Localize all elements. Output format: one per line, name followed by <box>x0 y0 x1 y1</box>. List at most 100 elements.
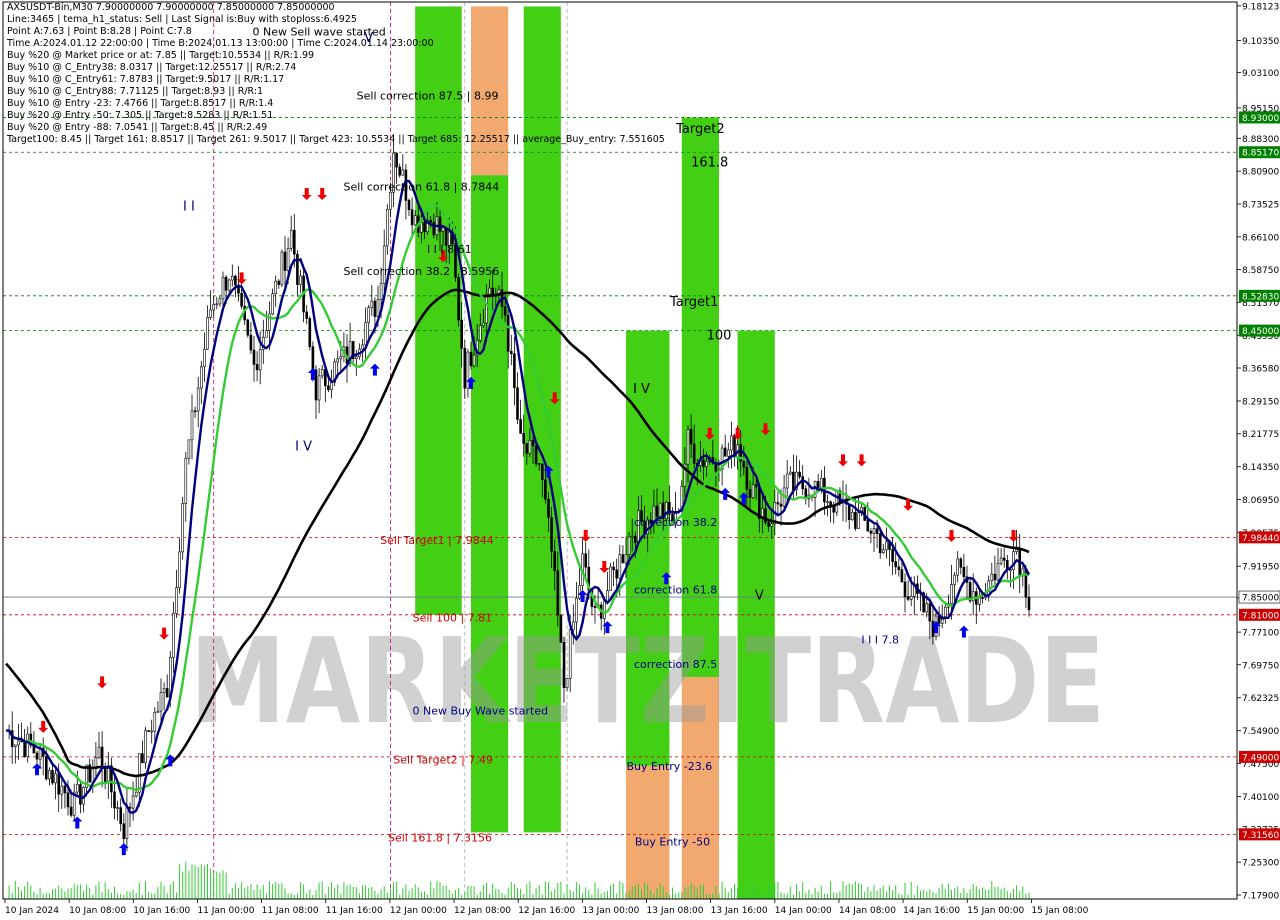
price-tick-label: 8.14350 <box>1242 463 1279 473</box>
candle-body <box>292 229 296 255</box>
info-line: Buy %10 @ C_Entry88: 7.71125 || Target:8… <box>7 86 264 97</box>
candle-body <box>420 222 423 233</box>
candle-body <box>14 744 17 747</box>
candle-body <box>875 528 879 534</box>
candle-body <box>100 746 104 770</box>
candle-body <box>466 351 470 389</box>
candle-body <box>187 439 191 459</box>
price-tick-label: 9.18123 <box>1242 2 1279 12</box>
time-tick-label: 10 Jan 2024 <box>5 906 59 916</box>
candle-body <box>249 334 253 351</box>
watermark-text: MARKETZITRADE <box>190 612 1105 750</box>
candle-body <box>159 692 163 712</box>
price-tick-label: 7.69750 <box>1242 661 1279 671</box>
candle-body <box>181 503 184 553</box>
candle-body <box>584 553 588 568</box>
candle-body <box>317 375 321 401</box>
candle-body <box>478 325 482 341</box>
candle-body <box>943 606 947 618</box>
chart-annotation: I I I 8.61 <box>427 243 472 256</box>
candle-body <box>69 806 73 816</box>
candle-body <box>702 459 705 467</box>
candle-body <box>385 208 389 247</box>
candle-body <box>996 562 1000 581</box>
price-tick-label: 8.29150 <box>1242 397 1279 407</box>
candle-body <box>900 569 904 583</box>
time-tick-label: 11 Jan 00:00 <box>197 906 254 916</box>
candle-body <box>956 558 960 576</box>
candle-body <box>537 463 541 465</box>
candle-body <box>364 322 367 346</box>
candle-body <box>506 314 510 352</box>
price-axis: 9.181239.103509.031008.951508.883008.809… <box>1237 0 1280 920</box>
candle-body <box>407 200 411 211</box>
price-tick-label: 8.06950 <box>1242 496 1279 506</box>
candle-body <box>488 287 491 295</box>
candle-body <box>35 752 39 760</box>
time-tick-label: 11 Jan 08:00 <box>262 906 319 916</box>
candle-body <box>798 471 801 477</box>
candle-body <box>978 597 981 605</box>
price-level-label: 7.81000 <box>1242 611 1279 621</box>
candle-body <box>175 587 178 614</box>
candle-body <box>981 597 984 599</box>
candle-body <box>122 823 126 840</box>
candle-body <box>826 501 829 504</box>
candle-body <box>606 590 609 602</box>
time-tick-label: 15 Jan 00:00 <box>967 906 1024 916</box>
sell-arrow-icon <box>856 454 867 467</box>
candle-body <box>897 566 901 570</box>
candle-body <box>962 566 966 578</box>
price-tick-label: 8.73525 <box>1242 200 1279 210</box>
candle-body <box>987 580 991 595</box>
candle-body <box>624 554 628 564</box>
chart-annotation: 161.8 <box>691 155 728 170</box>
time-tick-label: 14 Jan 00:00 <box>775 906 832 916</box>
price-tick-label: 8.80900 <box>1242 168 1279 178</box>
candle-body <box>1027 596 1031 611</box>
sell-arrow-icon <box>159 627 170 640</box>
candle-body <box>336 358 340 363</box>
candle-body <box>376 299 380 317</box>
candle-body <box>44 756 48 780</box>
candle-body <box>203 348 206 368</box>
candle-body <box>906 596 910 600</box>
info-line: Buy %20 @ Entry -50: 7.305 || Target:8.5… <box>7 110 274 121</box>
candle-body <box>612 566 615 571</box>
chart-annotation: V <box>755 588 764 603</box>
candle-body <box>547 498 550 518</box>
candle-body <box>894 561 898 568</box>
candle-body <box>513 353 516 389</box>
price-tick-label: 7.91950 <box>1242 563 1279 573</box>
candle-body <box>258 349 262 371</box>
candle-body <box>156 710 160 713</box>
info-line: Time A:2024.01.12 22:00:00 | Time B:2024… <box>7 38 434 49</box>
candle-body <box>469 351 473 367</box>
price-tick-label: 9.03100 <box>1242 69 1279 79</box>
candle-body <box>54 773 57 784</box>
candle-body <box>655 505 659 517</box>
signal-zone <box>626 765 670 899</box>
watermark: MARKETZITRADE <box>190 612 1105 750</box>
candle-body <box>881 549 885 554</box>
candle-body <box>48 769 51 780</box>
candle-body <box>829 501 832 506</box>
price-tick-label: 7.40100 <box>1242 793 1279 803</box>
candle-body <box>327 385 330 391</box>
candle-body <box>63 785 67 794</box>
candle-body <box>463 347 467 389</box>
candle-body <box>609 566 612 591</box>
candle-body <box>190 410 194 441</box>
candle-body <box>274 280 278 295</box>
candle-body <box>909 596 913 600</box>
info-line: AXSUSDT-Bin,M30 7.90000000 7.90000000 7.… <box>7 2 335 13</box>
candle-body <box>184 457 188 504</box>
candle-body <box>621 554 625 564</box>
candle-body <box>103 768 107 782</box>
candle-body <box>971 591 975 602</box>
candle-body <box>801 476 805 490</box>
candle-body <box>370 300 374 308</box>
price-tick-label: 7.25300 <box>1242 859 1279 869</box>
candle-body <box>1009 569 1012 571</box>
chart-annotation: I V <box>633 382 650 397</box>
